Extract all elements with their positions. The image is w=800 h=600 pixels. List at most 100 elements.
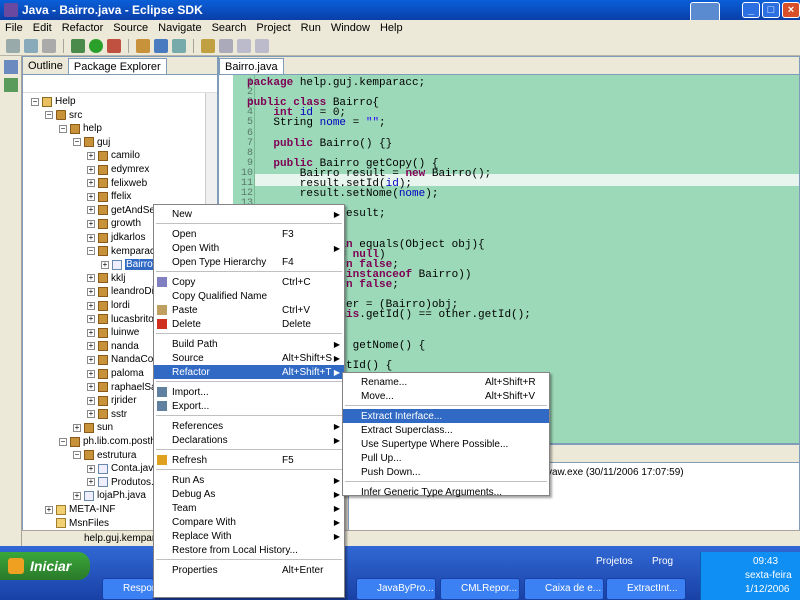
new-class-icon[interactable] bbox=[154, 38, 168, 53]
menu-help[interactable]: Help bbox=[375, 22, 408, 34]
menu-refactor[interactable]: Refactor bbox=[57, 22, 109, 34]
expand-icon[interactable]: + bbox=[87, 383, 95, 392]
menu-item[interactable]: Copy Ctrl+C bbox=[154, 275, 344, 289]
menu-item[interactable]: Extract Superclass... bbox=[343, 423, 549, 437]
menu-navigate[interactable]: Navigate bbox=[153, 22, 206, 34]
menu-item[interactable]: Import... bbox=[154, 385, 344, 399]
menu-item[interactable]: Rename... Alt+Shift+R bbox=[343, 375, 549, 389]
tab-bairro-java[interactable]: Bairro.java bbox=[219, 58, 284, 74]
java-perspective-icon[interactable] bbox=[4, 78, 18, 92]
tree-node[interactable]: + META-INF bbox=[45, 503, 115, 516]
menu-item[interactable]: Refactor Alt+Shift+T ▶ bbox=[154, 365, 344, 379]
collapse-icon[interactable]: − bbox=[73, 451, 81, 460]
tree-node[interactable]: + rjrider bbox=[87, 394, 137, 407]
tree-node[interactable]: + felixweb bbox=[87, 177, 147, 190]
tree-node[interactable]: MsnFiles bbox=[45, 517, 109, 530]
expand-icon[interactable]: + bbox=[87, 328, 95, 337]
expand-icon[interactable]: + bbox=[87, 287, 95, 296]
menu-item[interactable]: Compare With ▶ bbox=[154, 515, 344, 529]
quick-prog[interactable]: Prog bbox=[652, 556, 673, 567]
tree-node[interactable]: + edymrex bbox=[87, 163, 149, 176]
expand-icon[interactable]: + bbox=[87, 219, 95, 228]
menu-item[interactable]: Run As ▶ bbox=[154, 473, 344, 487]
collapse-icon[interactable]: − bbox=[59, 437, 67, 446]
tree-node[interactable]: − estrutura bbox=[73, 449, 136, 462]
expand-icon[interactable]: + bbox=[87, 396, 95, 405]
tree-node[interactable]: − src bbox=[45, 109, 82, 122]
tree-node[interactable]: + luinwe bbox=[87, 326, 139, 339]
open-type-icon[interactable] bbox=[172, 38, 186, 53]
menu-item[interactable]: Move... Alt+Shift+V bbox=[343, 389, 549, 403]
new-package-icon[interactable] bbox=[136, 38, 150, 53]
taskbar-button[interactable]: JavaByPro... bbox=[356, 578, 436, 600]
tree-node[interactable]: + kklj bbox=[87, 272, 125, 285]
expand-icon[interactable]: + bbox=[87, 179, 95, 188]
annotation-icon[interactable] bbox=[219, 38, 233, 53]
expand-icon[interactable]: + bbox=[73, 423, 81, 432]
tree-node[interactable]: + Conta.java bbox=[87, 462, 159, 475]
external-tools-icon[interactable] bbox=[107, 38, 121, 53]
print-icon[interactable] bbox=[42, 38, 56, 53]
menu-item[interactable]: Delete Delete bbox=[154, 317, 344, 331]
save-icon[interactable] bbox=[24, 38, 38, 53]
menu-item[interactable]: Debug As ▶ bbox=[154, 487, 344, 501]
expand-icon[interactable]: + bbox=[73, 491, 81, 500]
tree-node[interactable]: + leandroDi bbox=[87, 285, 154, 298]
menu-window[interactable]: Window bbox=[326, 22, 375, 34]
tree-node[interactable]: + ffelix bbox=[87, 190, 131, 203]
menu-item[interactable]: New ▶ bbox=[154, 207, 344, 221]
expand-icon[interactable]: + bbox=[87, 355, 95, 364]
expand-icon[interactable]: + bbox=[87, 151, 95, 160]
menu-item[interactable]: Replace With ▶ bbox=[154, 529, 344, 543]
tree-node[interactable]: + Bairro bbox=[101, 258, 154, 271]
tree-node[interactable]: − help bbox=[59, 122, 102, 135]
taskbar-button[interactable]: Caixa de e... bbox=[524, 578, 604, 600]
forward-icon[interactable] bbox=[255, 38, 269, 53]
expand-icon[interactable]: + bbox=[101, 260, 109, 269]
expand-icon[interactable]: + bbox=[87, 410, 95, 419]
tree-node[interactable]: + paloma bbox=[87, 367, 144, 380]
menu-search[interactable]: Search bbox=[207, 22, 252, 34]
taskbar-button[interactable]: CMLRepor... bbox=[440, 578, 520, 600]
tree-node[interactable]: + sstr bbox=[87, 408, 127, 421]
menu-file[interactable]: File bbox=[0, 22, 28, 34]
close-button[interactable]: × bbox=[782, 2, 800, 18]
tree-node[interactable]: + Produtos.j bbox=[87, 476, 156, 489]
menu-item[interactable]: References ▶ bbox=[154, 419, 344, 433]
menu-item[interactable]: Paste Ctrl+V bbox=[154, 303, 344, 317]
expand-icon[interactable]: + bbox=[87, 165, 95, 174]
perspective-icon[interactable] bbox=[4, 60, 18, 74]
tree-node[interactable]: + jdkarlos bbox=[87, 231, 145, 244]
tree-node[interactable]: + lordi bbox=[87, 299, 130, 312]
tree-node[interactable]: + lojaPh.java bbox=[73, 489, 146, 502]
menu-edit[interactable]: Edit bbox=[28, 22, 57, 34]
tree-node[interactable]: + nanda bbox=[87, 340, 139, 353]
collapse-icon[interactable]: − bbox=[31, 97, 39, 106]
tree-node[interactable]: + growth bbox=[87, 217, 141, 230]
tree-node[interactable]: + lucasbrito bbox=[87, 313, 154, 326]
menu-item[interactable]: Copy Qualified Name bbox=[154, 289, 344, 303]
menu-item[interactable]: Push Down... bbox=[343, 465, 549, 479]
menu-item[interactable]: Pull Up... bbox=[343, 451, 549, 465]
tree-node[interactable]: + raphaelSa bbox=[87, 381, 157, 394]
expand-icon[interactable]: + bbox=[87, 464, 95, 473]
expand-icon[interactable]: + bbox=[87, 315, 95, 324]
tree-node[interactable]: + sun bbox=[73, 421, 113, 434]
menu-item[interactable]: Declarations ▶ bbox=[154, 433, 344, 447]
collapse-icon[interactable]: − bbox=[45, 111, 53, 120]
menu-item[interactable]: Infer Generic Type Arguments... bbox=[343, 485, 549, 499]
collapse-icon[interactable]: − bbox=[87, 247, 95, 256]
expand-icon[interactable]: + bbox=[87, 301, 95, 310]
expand-icon[interactable]: + bbox=[87, 274, 95, 283]
expand-icon[interactable]: + bbox=[87, 192, 95, 201]
minimize-button[interactable]: _ bbox=[742, 2, 760, 18]
tree-node[interactable]: − guj bbox=[73, 136, 110, 149]
menu-item[interactable]: Properties Alt+Enter bbox=[154, 563, 344, 577]
new-icon[interactable] bbox=[6, 38, 20, 53]
menu-item[interactable]: Open F3 bbox=[154, 227, 344, 241]
tree-node[interactable]: − ph.lib.com.posthal bbox=[59, 435, 164, 448]
tree-node[interactable]: − Help bbox=[31, 95, 76, 108]
menu-run[interactable]: Run bbox=[296, 22, 326, 34]
quick-projetos[interactable]: Projetos bbox=[596, 556, 633, 567]
search-icon[interactable] bbox=[201, 38, 215, 53]
